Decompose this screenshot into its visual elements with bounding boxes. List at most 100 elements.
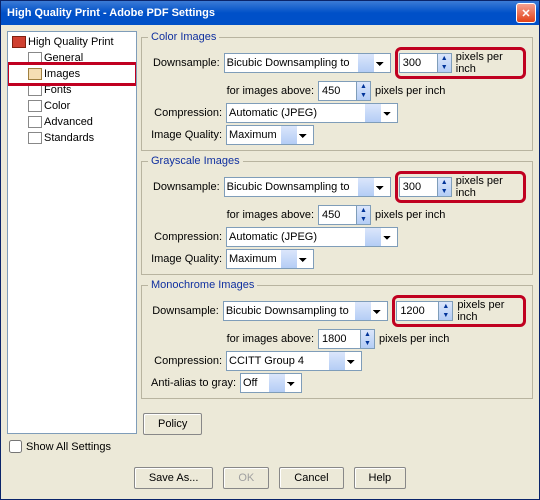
page-icon xyxy=(28,132,42,144)
unit-label: pixels per inch xyxy=(452,51,522,75)
mono-above-input[interactable] xyxy=(318,329,360,349)
folder-icon xyxy=(28,68,42,80)
chevron-down-icon[interactable]: ▼ xyxy=(438,187,451,196)
mono-downsample-method[interactable]: Bicubic Downsampling to xyxy=(223,301,388,321)
compression-label: Compression: xyxy=(148,355,226,367)
spinner-buttons[interactable]: ▲▼ xyxy=(437,53,452,73)
tree-item-label: Images xyxy=(44,68,80,80)
quality-label: Image Quality: xyxy=(148,129,226,141)
chevron-up-icon[interactable]: ▲ xyxy=(361,330,374,339)
policy-button[interactable]: Policy xyxy=(143,413,202,435)
spinner-buttons[interactable]: ▲▼ xyxy=(437,177,452,197)
show-all-label: Show All Settings xyxy=(26,441,111,453)
page-icon xyxy=(28,100,42,112)
tree-item-general[interactable]: General xyxy=(10,50,134,66)
dialog-body: High Quality Print General Images Fonts … xyxy=(1,25,539,459)
window-title: High Quality Print - Adobe PDF Settings xyxy=(7,7,516,19)
chevron-down-icon[interactable]: ▼ xyxy=(357,91,370,100)
save-as-button[interactable]: Save As... xyxy=(134,467,214,489)
chevron-up-icon[interactable]: ▲ xyxy=(438,54,451,63)
ok-button[interactable]: OK xyxy=(223,467,269,489)
show-all-settings[interactable]: Show All Settings xyxy=(7,438,137,455)
unit-label: pixels per inch xyxy=(452,175,522,199)
gray-dpi-spinner[interactable]: ▲▼ xyxy=(399,177,452,197)
gray-compression-select[interactable]: Automatic (JPEG) xyxy=(226,227,398,247)
preset-icon xyxy=(12,36,26,48)
unit-label: pixels per inch xyxy=(453,299,522,323)
page-icon xyxy=(28,84,42,96)
mono-compression-select[interactable]: CCITT Group 4 xyxy=(226,351,362,371)
unit-label: pixels per inch xyxy=(371,209,445,221)
downsample-label: Downsample: xyxy=(148,181,224,193)
mono-antialias-select[interactable]: Off xyxy=(240,373,302,393)
gray-quality-select[interactable]: Maximum xyxy=(226,249,314,269)
spinner-buttons[interactable]: ▲▼ xyxy=(360,329,375,349)
color-dpi-input[interactable] xyxy=(399,53,437,73)
help-button[interactable]: Help xyxy=(354,467,407,489)
unit-label: pixels per inch xyxy=(371,85,445,97)
chevron-up-icon[interactable]: ▲ xyxy=(438,178,451,187)
gray-above-input[interactable] xyxy=(318,205,356,225)
gray-dpi-input[interactable] xyxy=(399,177,437,197)
tree-item-label: Color xyxy=(44,100,70,112)
color-quality-select[interactable]: Maximum xyxy=(226,125,314,145)
mono-above-spinner[interactable]: ▲▼ xyxy=(318,329,375,349)
settings-tree[interactable]: High Quality Print General Images Fonts … xyxy=(7,31,137,434)
page-icon xyxy=(28,52,42,64)
spinner-buttons[interactable]: ▲▼ xyxy=(356,81,371,101)
tree-item-advanced[interactable]: Advanced xyxy=(10,114,134,130)
chevron-down-icon[interactable]: ▼ xyxy=(438,63,451,72)
spinner-buttons[interactable]: ▲▼ xyxy=(438,301,453,321)
antialias-label: Anti-alias to gray: xyxy=(148,377,240,389)
color-images-group: Color Images Downsample: Bicubic Downsam… xyxy=(141,31,533,151)
color-above-input[interactable] xyxy=(318,81,356,101)
pdf-settings-window: High Quality Print - Adobe PDF Settings … xyxy=(0,0,540,500)
chevron-down-icon[interactable]: ▼ xyxy=(439,311,452,320)
close-button[interactable]: ✕ xyxy=(516,3,536,23)
color-dpi-highlight: ▲▼ pixels per inch xyxy=(395,47,526,79)
tree-item-fonts[interactable]: Fonts xyxy=(10,82,134,98)
grayscale-images-group: Grayscale Images Downsample: Bicubic Dow… xyxy=(141,155,533,275)
tree-root-label: High Quality Print xyxy=(28,36,114,48)
color-downsample-method[interactable]: Bicubic Downsampling to xyxy=(224,53,391,73)
chevron-up-icon[interactable]: ▲ xyxy=(439,302,452,311)
tree-item-label: Fonts xyxy=(44,84,72,96)
close-icon: ✕ xyxy=(521,7,530,20)
show-all-checkbox[interactable] xyxy=(9,440,22,453)
color-above-spinner[interactable]: ▲▼ xyxy=(318,81,371,101)
color-compression-select[interactable]: Automatic (JPEG) xyxy=(226,103,398,123)
titlebar: High Quality Print - Adobe PDF Settings … xyxy=(1,1,539,25)
main-panel: Color Images Downsample: Bicubic Downsam… xyxy=(141,31,533,455)
mono-dpi-input[interactable] xyxy=(396,301,438,321)
spinner-buttons[interactable]: ▲▼ xyxy=(356,205,371,225)
above-label: for images above: xyxy=(148,333,318,345)
monochrome-images-group: Monochrome Images Downsample: Bicubic Do… xyxy=(141,279,533,399)
compression-label: Compression: xyxy=(148,231,226,243)
unit-label: pixels per inch xyxy=(375,333,449,345)
tree-item-color[interactable]: Color xyxy=(10,98,134,114)
group-legend: Color Images xyxy=(148,31,219,43)
group-legend: Monochrome Images xyxy=(148,279,257,291)
cancel-button[interactable]: Cancel xyxy=(279,467,343,489)
chevron-down-icon[interactable]: ▼ xyxy=(357,215,370,224)
gray-above-spinner[interactable]: ▲▼ xyxy=(318,205,371,225)
above-label: for images above: xyxy=(148,209,318,221)
tree-item-standards[interactable]: Standards xyxy=(10,130,134,146)
above-label: for images above: xyxy=(148,85,318,97)
color-dpi-spinner[interactable]: ▲▼ xyxy=(399,53,452,73)
tree-item-label: Advanced xyxy=(44,116,93,128)
group-legend: Grayscale Images xyxy=(148,155,243,167)
chevron-up-icon[interactable]: ▲ xyxy=(357,206,370,215)
tree-item-images[interactable]: Images xyxy=(10,66,134,82)
dialog-footer: Save As... OK Cancel Help xyxy=(1,459,539,499)
tree-item-label: General xyxy=(44,52,83,64)
compression-label: Compression: xyxy=(148,107,226,119)
tree-root[interactable]: High Quality Print xyxy=(10,34,134,50)
chevron-up-icon[interactable]: ▲ xyxy=(357,82,370,91)
mono-dpi-spinner[interactable]: ▲▼ xyxy=(396,301,453,321)
chevron-down-icon[interactable]: ▼ xyxy=(361,339,374,348)
downsample-label: Downsample: xyxy=(148,305,223,317)
gray-dpi-highlight: ▲▼ pixels per inch xyxy=(395,171,526,203)
gray-downsample-method[interactable]: Bicubic Downsampling to xyxy=(224,177,391,197)
page-icon xyxy=(28,116,42,128)
